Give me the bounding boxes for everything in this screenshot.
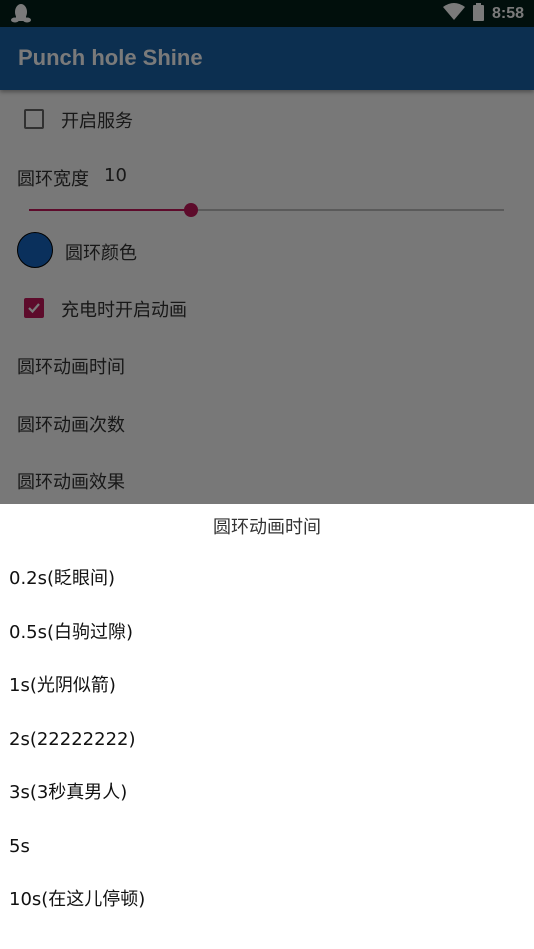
ring-width-slider[interactable]: [29, 203, 504, 217]
app-title: Punch hole Shine: [18, 45, 203, 70]
enable-service-label: 开启服务: [61, 111, 133, 132]
charge-animation-label: 充电时开启动画: [61, 300, 187, 321]
wifi-icon: [442, 2, 465, 25]
anim-count-row[interactable]: 圆环动画次数: [0, 394, 534, 450]
battery-icon: [472, 2, 484, 25]
option-10s[interactable]: 10s(在这儿停顿): [0, 873, 534, 926]
anim-count-label: 圆环动画次数: [17, 415, 125, 436]
ring-width-value: 10: [104, 165, 127, 186]
status-time: 8:58: [491, 4, 524, 22]
charge-animation-row[interactable]: 充电时开启动画: [0, 279, 534, 335]
anim-time-label: 圆环动画时间: [17, 357, 125, 378]
ring-color-label: 圆环颜色: [65, 243, 137, 264]
ring-color-row[interactable]: 圆环颜色: [0, 222, 534, 278]
status-bar: 8:58: [0, 0, 534, 27]
enable-service-row[interactable]: 开启服务: [0, 90, 534, 146]
option-1s[interactable]: 1s(光阴似箭): [0, 659, 534, 712]
anim-effect-row[interactable]: 圆环动画效果: [0, 451, 534, 507]
dialog-title: 圆环动画时间: [213, 517, 321, 538]
color-swatch[interactable]: [17, 232, 53, 268]
charge-animation-checkbox[interactable]: [24, 298, 44, 318]
ring-width-label: 圆环宽度: [17, 169, 89, 190]
app-bar: Punch hole Shine: [0, 27, 534, 90]
option-0-5s[interactable]: 0.5s(白驹过隙): [0, 606, 534, 659]
qq-penguin-icon: [10, 3, 32, 24]
option-0-2s[interactable]: 0.2s(眨眼间): [0, 552, 534, 605]
slider-fill: [29, 209, 191, 211]
anim-time-dialog: 圆环动画时间 0.2s(眨眼间) 0.5s(白驹过隙) 1s(光阴似箭) 2s(…: [0, 504, 534, 949]
enable-service-checkbox[interactable]: [24, 109, 44, 129]
anim-effect-label: 圆环动画效果: [17, 472, 125, 493]
option-2s[interactable]: 2s(22222222): [0, 713, 534, 766]
slider-thumb[interactable]: [183, 203, 198, 217]
option-5s[interactable]: 5s: [0, 820, 534, 873]
anim-time-row[interactable]: 圆环动画时间: [0, 336, 534, 392]
option-3s[interactable]: 3s(3秒真男人): [0, 766, 534, 819]
